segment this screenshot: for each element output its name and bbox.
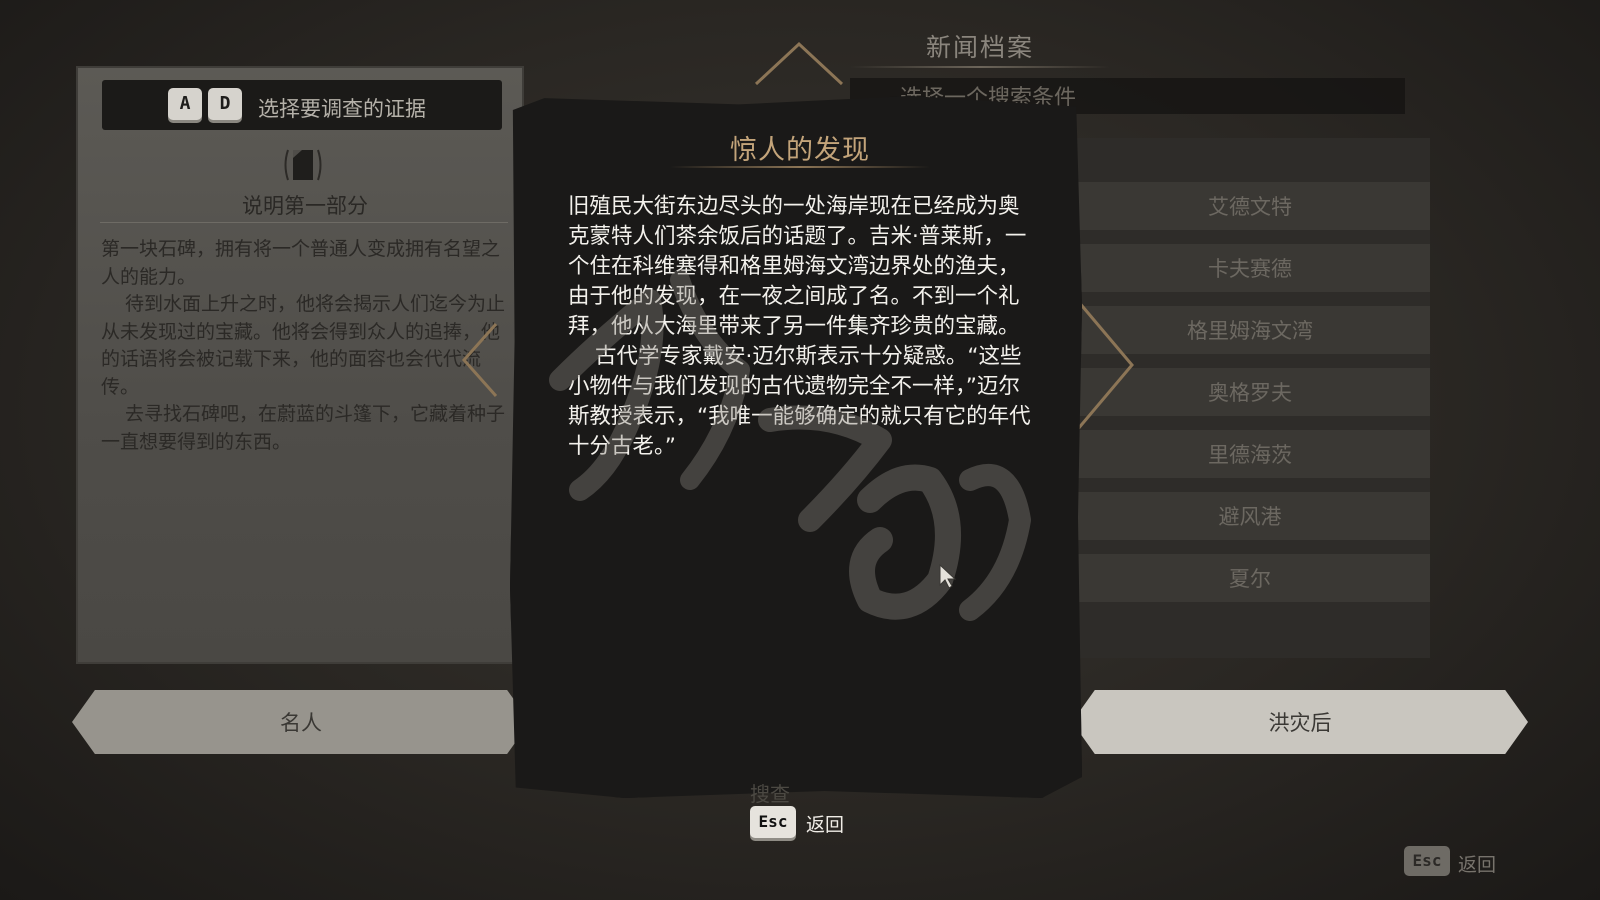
article-paragraph: 旧殖民大街东边尽头的一处海岸现在已经成为奥克蒙特人们茶余饭后的话题了。吉米·普莱… — [568, 194, 1027, 339]
location-item[interactable]: 避风港 — [1070, 492, 1430, 540]
document-paragraph: 第一块石碑，拥有将一个普通人变成拥有名望之人的能力。 — [101, 238, 501, 288]
document-paragraph: 待到水面上升之时，他将会揭示人们迄今为止从未发现过的宝藏。他将会得到众人的追捧，… — [101, 293, 506, 398]
document-title: 说明第一部分 — [242, 194, 368, 218]
document-icon — [284, 149, 322, 181]
background-esc-key: Esc — [1404, 846, 1450, 876]
location-item[interactable]: 卡夫赛德 — [1070, 244, 1430, 292]
up-arrow-icon[interactable] — [752, 38, 846, 86]
evidence-instruction: 选择要调查的证据 — [258, 97, 426, 121]
search-prompt: 搜查 — [750, 782, 790, 806]
key-d-prompt[interactable]: D — [208, 88, 242, 120]
background-back-label: 返回 — [1458, 854, 1497, 876]
document-body: 第一块石碑，拥有将一个普通人变成拥有名望之人的能力。 待到水面上升之时，他将会揭… — [101, 236, 511, 456]
key-a-prompt[interactable]: A — [168, 88, 202, 120]
back-label[interactable]: 返回 — [806, 810, 844, 837]
title-divider — [850, 66, 1110, 68]
mouse-cursor-icon — [939, 563, 956, 589]
news-archive-title: 新闻档案 — [925, 33, 1034, 62]
esc-key-prompt[interactable]: Esc — [750, 806, 796, 838]
previous-arrow-icon[interactable] — [460, 320, 500, 400]
location-item[interactable]: 夏尔 — [1070, 554, 1430, 602]
article-title: 惊人的发现 — [730, 135, 870, 166]
article-paragraph: 古代学专家戴安·迈尔斯表示十分疑惑。“这些小物件与我们发现的古代遗物完全不一样，… — [568, 344, 1031, 459]
category-after-flood-button[interactable]: 洪灾后 — [1072, 690, 1528, 754]
article-body: 旧殖民大街东边尽头的一处海岸现在已经成为奥克蒙特人们茶余饭后的话题了。吉米·普莱… — [568, 192, 1036, 462]
location-item[interactable]: 艾德文特 — [1070, 182, 1430, 230]
article-title-divider — [670, 166, 930, 168]
document-divider — [100, 222, 508, 223]
category-celebrity-button[interactable]: 名人 — [72, 690, 530, 754]
document-paragraph: 去寻找石碑吧，在蔚蓝的斗篷下，它藏着种子一直想要得到的东西。 — [101, 403, 506, 453]
